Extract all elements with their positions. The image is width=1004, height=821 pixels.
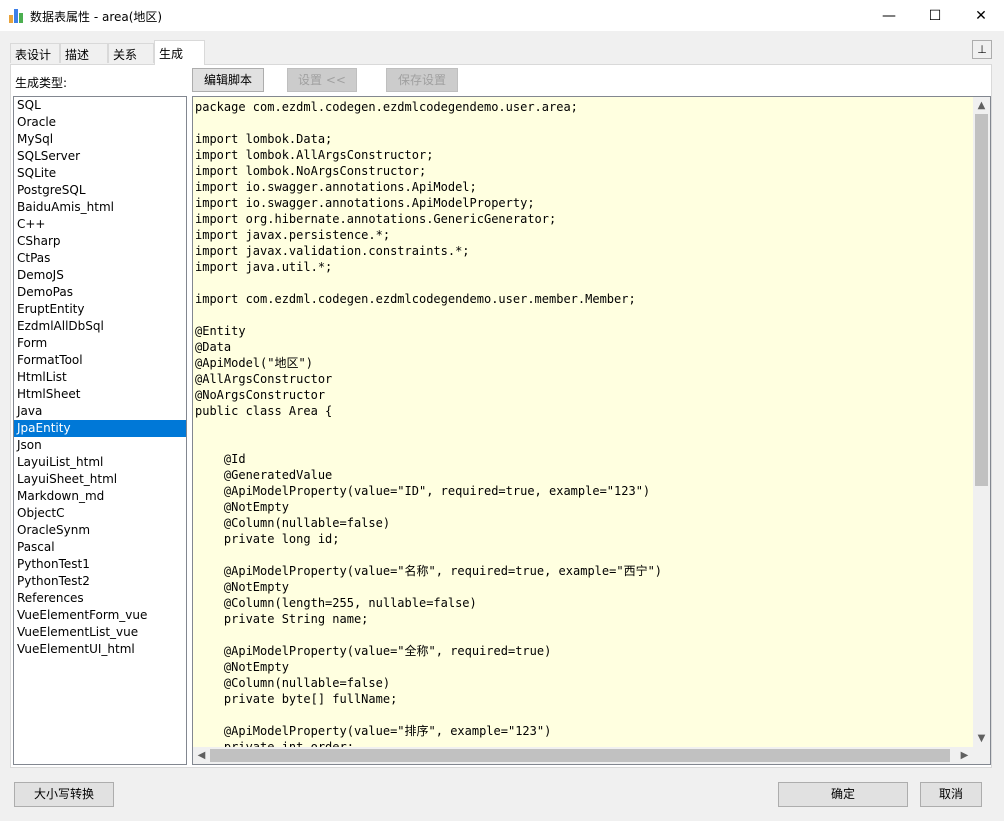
code-editor[interactable]: package com.ezdml.codegen.ezdmlcodegende… (192, 96, 991, 765)
settings-button[interactable]: 设置 << (287, 68, 357, 92)
list-item[interactable]: SQLite (14, 165, 186, 182)
scroll-down-icon[interactable]: ▼ (973, 730, 990, 747)
list-item[interactable]: VueElementList_vue (14, 624, 186, 641)
list-item[interactable]: Oracle (14, 114, 186, 131)
app-icon (9, 9, 23, 23)
list-item[interactable]: PythonTest1 (14, 556, 186, 573)
splitter[interactable] (189, 96, 191, 765)
list-item[interactable]: FormatTool (14, 352, 186, 369)
edit-script-button[interactable]: 编辑脚本 (192, 68, 264, 92)
close-button[interactable]: ✕ (958, 0, 1004, 31)
list-item[interactable]: SQL (14, 97, 186, 114)
list-item[interactable]: EzdmlAllDbSql (14, 318, 186, 335)
list-item[interactable]: Java (14, 403, 186, 420)
list-item[interactable]: VueElementUI_html (14, 641, 186, 658)
list-item[interactable]: Markdown_md (14, 488, 186, 505)
horizontal-scrollbar[interactable]: ◀ ▶ (193, 747, 973, 764)
cancel-button[interactable]: 取消 (920, 782, 982, 807)
generate-type-list[interactable]: SQL Oracle MySql SQLServer SQLite PostgreSQL B… (13, 96, 187, 765)
list-item[interactable]: VueElementForm_vue (14, 607, 186, 624)
save-settings-button[interactable]: 保存设置 (386, 68, 458, 92)
list-item[interactable]: Json (14, 437, 186, 454)
list-item[interactable]: PythonTest2 (14, 573, 186, 590)
list-item[interactable]: HtmlSheet (14, 386, 186, 403)
code-text[interactable]: package com.ezdml.codegen.ezdmlcodegende… (195, 99, 973, 747)
list-item[interactable]: Form (14, 335, 186, 352)
tab-table-design[interactable]: 表设计 (10, 43, 60, 63)
list-item[interactable]: References (14, 590, 186, 607)
generate-type-label: 生成类型: (15, 76, 68, 90)
tab-relations[interactable]: 关系 (108, 43, 154, 63)
window-title: 数据表属性 - area(地区) (30, 10, 163, 24)
list-item[interactable]: BaiduAmis_html (14, 199, 186, 216)
list-item[interactable]: Pascal (14, 539, 186, 556)
pin-icon[interactable]: ⊥ (972, 40, 992, 59)
scroll-left-icon[interactable]: ◀ (193, 747, 210, 764)
case-convert-button[interactable]: 大小写转换 (14, 782, 114, 807)
ok-button[interactable]: 确定 (778, 782, 908, 807)
list-item[interactable]: OracleSynm (14, 522, 186, 539)
scroll-up-icon[interactable]: ▲ (973, 97, 990, 114)
minimize-button[interactable]: — (866, 0, 912, 31)
list-item[interactable]: HtmlList (14, 369, 186, 386)
list-item[interactable]: MySql (14, 131, 186, 148)
list-item[interactable]: CSharp (14, 233, 186, 250)
list-item[interactable]: PostgreSQL (14, 182, 186, 199)
list-item[interactable]: DemoPas (14, 284, 186, 301)
list-item[interactable]: CtPas (14, 250, 186, 267)
list-item[interactable]: EruptEntity (14, 301, 186, 318)
maximize-button[interactable]: ☐ (912, 0, 958, 31)
tab-generate[interactable]: 生成 (154, 40, 205, 65)
vertical-scroll-thumb[interactable] (975, 114, 988, 486)
scroll-corner (973, 747, 990, 764)
horizontal-scroll-thumb[interactable] (210, 749, 950, 762)
scroll-right-icon[interactable]: ▶ (956, 747, 973, 764)
list-item[interactable]: JpaEntity (14, 420, 186, 437)
title-bar: 数据表属性 - area(地区) — ☐ ✕ (0, 0, 1004, 31)
list-item[interactable]: ObjectC (14, 505, 186, 522)
tab-description[interactable]: 描述 (60, 43, 108, 63)
list-item[interactable]: DemoJS (14, 267, 186, 284)
list-item[interactable]: LayuiList_html (14, 454, 186, 471)
list-item[interactable]: SQLServer (14, 148, 186, 165)
vertical-scrollbar[interactable]: ▲ ▼ (973, 97, 990, 747)
list-item[interactable]: C++ (14, 216, 186, 233)
list-item[interactable]: LayuiSheet_html (14, 471, 186, 488)
